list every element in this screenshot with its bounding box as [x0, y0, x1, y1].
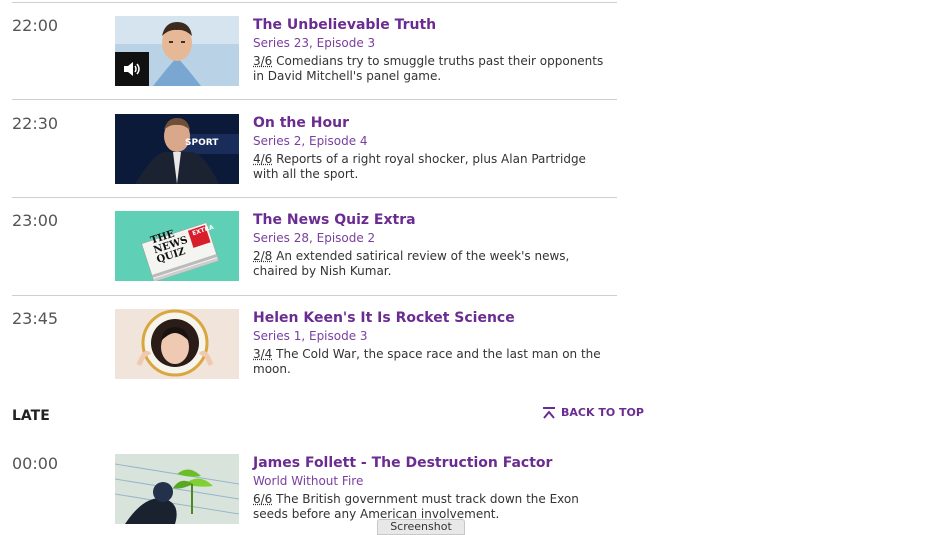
row-divider	[12, 197, 617, 198]
programme-title[interactable]: The Unbelievable Truth	[253, 16, 613, 34]
programme-time: 23:00	[12, 211, 58, 230]
programme-row: 23:00 THE NEWS QUIZ EXTRA The News Quiz …	[12, 211, 617, 296]
programme-title[interactable]: Helen Keen's It Is Rocket Science	[253, 309, 613, 327]
programme-thumbnail[interactable]	[115, 16, 239, 86]
programme-synopsis: 4/6 Reports of a right royal shocker, pl…	[253, 152, 613, 182]
back-to-top-label: BACK TO TOP	[561, 406, 644, 419]
row-divider	[12, 295, 617, 296]
late-section-heading: LATE	[12, 408, 50, 424]
programme-row: 22:30 SPORT On the Hour Series 2, Episod…	[12, 114, 617, 198]
programme-time: 23:45	[12, 309, 58, 328]
programme-thumbnail[interactable]: SPORT	[115, 114, 239, 184]
programme-time: 22:00	[12, 16, 58, 35]
programme-synopsis: 6/6 The British government must track do…	[253, 492, 613, 522]
programme-subtitle[interactable]: Series 1, Episode 3	[253, 328, 613, 344]
episode-count: 2/8	[253, 249, 272, 263]
programme-row: 22:00 The Unbelievable Truth Series 23, …	[12, 16, 617, 100]
episode-count: 4/6	[253, 152, 272, 166]
episode-count: 3/4	[253, 347, 272, 361]
programme-synopsis: 3/4 The Cold War, the space race and the…	[253, 347, 613, 377]
programme-synopsis: 2/8 An extended satirical review of the …	[253, 249, 613, 279]
episode-count: 6/6	[253, 492, 272, 506]
back-to-top-link[interactable]: BACK TO TOP	[543, 406, 644, 419]
programme-row: 00:00 James Follett - The Destruction Fa…	[12, 454, 617, 530]
thumbnail-image	[115, 114, 239, 184]
synopsis-text: Reports of a right royal shocker, plus A…	[253, 152, 586, 181]
screenshot-tab[interactable]: Screenshot	[377, 519, 465, 535]
programme-thumbnail[interactable]	[115, 454, 239, 524]
synopsis-text: The Cold War, the space race and the las…	[253, 347, 601, 376]
arrow-up-icon	[543, 407, 555, 419]
programme-subtitle[interactable]: World Without Fire	[253, 473, 613, 489]
programme-thumbnail[interactable]	[115, 309, 239, 379]
synopsis-text: An extended satirical review of the week…	[253, 249, 569, 278]
thumbnail-image	[115, 309, 239, 379]
programme-title[interactable]: On the Hour	[253, 114, 613, 132]
programme-subtitle[interactable]: Series 23, Episode 3	[253, 35, 613, 51]
programme-time: 00:00	[12, 454, 58, 473]
synopsis-text: The British government must track down t…	[253, 492, 579, 521]
programme-title[interactable]: The News Quiz Extra	[253, 211, 613, 229]
top-divider	[12, 2, 617, 3]
programme-subtitle[interactable]: Series 28, Episode 2	[253, 230, 613, 246]
thumbnail-image	[115, 454, 239, 524]
synopsis-text: Comedians try to smuggle truths past the…	[253, 54, 603, 83]
episode-count: 3/6	[253, 54, 272, 68]
audio-icon	[115, 52, 149, 86]
programme-subtitle[interactable]: Series 2, Episode 4	[253, 133, 613, 149]
programme-thumbnail[interactable]: THE NEWS QUIZ EXTRA	[115, 211, 239, 281]
programme-time: 22:30	[12, 114, 58, 133]
programme-title[interactable]: James Follett - The Destruction Factor	[253, 454, 613, 472]
row-divider	[12, 99, 617, 100]
programme-synopsis: 3/6 Comedians try to smuggle truths past…	[253, 54, 613, 84]
programme-row: 23:45 Helen Keen's It Is Rocket Science …	[12, 309, 617, 381]
thumbnail-caption: SPORT	[185, 138, 218, 148]
